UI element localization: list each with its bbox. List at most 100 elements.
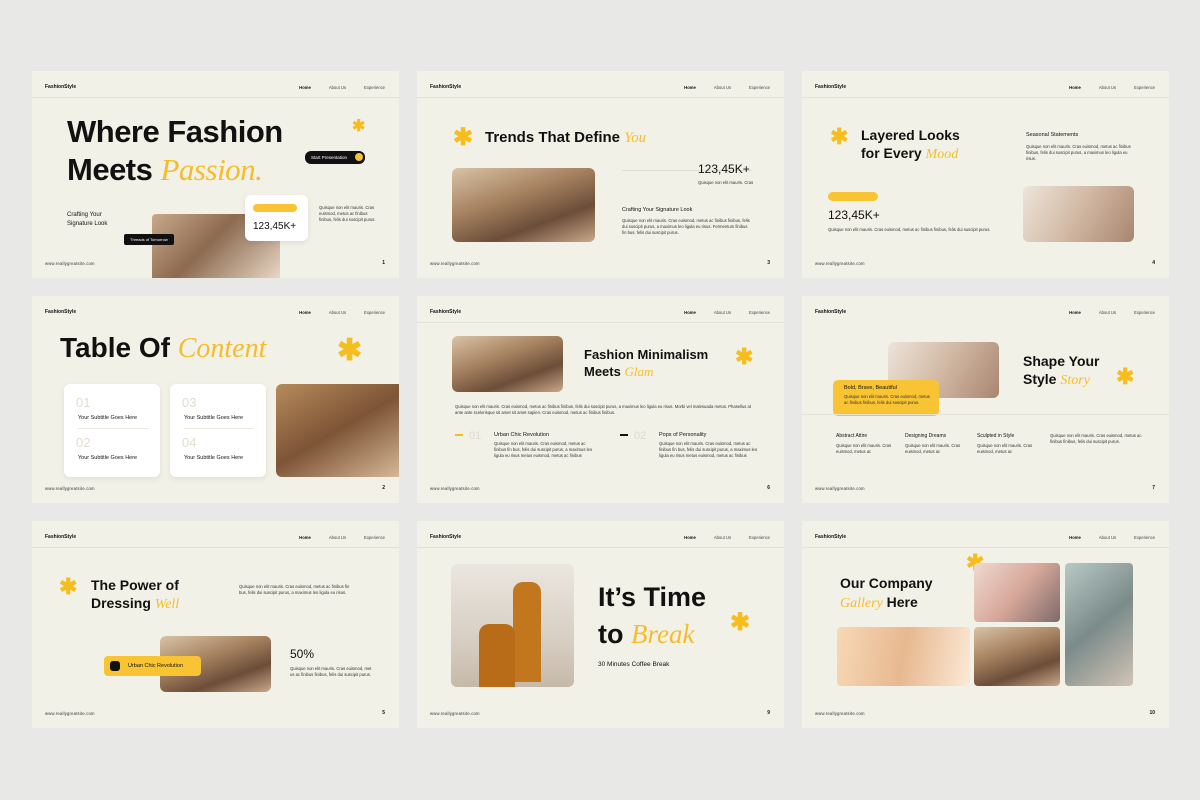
brand-logo: FashionStyle [45, 84, 77, 90]
slide-title: Our Company Gallery Here [840, 575, 933, 611]
asterisk-icon: ✱ [59, 574, 78, 599]
asterisk-icon: ✱ [453, 124, 474, 151]
brand-logo: FashionStyle [430, 534, 462, 540]
slide-title: Fashion Minimalism Meets Glam [584, 347, 709, 379]
stat-bar [253, 204, 297, 212]
top-nav: Home About Us Experience [1069, 85, 1155, 90]
nav-home[interactable]: Home [299, 310, 311, 315]
nav-about[interactable]: About Us [714, 85, 731, 90]
brand-logo: FashionStyle [815, 309, 847, 315]
top-nav: Home About Us Experience [1069, 535, 1155, 540]
stat-card: 123,45K+ [245, 195, 308, 241]
nav-about[interactable]: About Us [329, 535, 346, 540]
toc-item[interactable]: Your Subtitle Goes Here [184, 415, 243, 421]
arrow-icon [355, 153, 363, 161]
page-number: 2 [382, 485, 385, 491]
nav-home[interactable]: Home [684, 85, 696, 90]
brand-logo: FashionStyle [430, 84, 462, 90]
right-heading: Seasonal Statements [1026, 132, 1079, 138]
top-nav: Home About Us Experience [299, 85, 385, 90]
asterisk-icon: ✱ [337, 334, 363, 367]
fitting-photo [1023, 186, 1134, 242]
site-url: www.reallygreatsite.com [45, 711, 95, 716]
page-number: 5 [382, 710, 385, 716]
toc-title: Table Of Content [60, 332, 267, 364]
nav-about[interactable]: About Us [329, 310, 346, 315]
slide-title: Shape Your Style Story [1023, 353, 1100, 388]
urban-chic-badge: Urban Chic Revolution [104, 656, 201, 676]
nav-experience[interactable]: Experience [364, 535, 385, 540]
slide-2[interactable]: FashionStyle Home About Us Experience Ta… [32, 296, 399, 503]
slide-10[interactable]: FashionStyle Home About Us Experience Ou… [802, 521, 1169, 728]
nav-home[interactable]: Home [1069, 535, 1081, 540]
asterisk-icon: ✱ [730, 609, 751, 636]
nav-experience[interactable]: Experience [749, 85, 770, 90]
nav-experience[interactable]: Experience [1134, 85, 1155, 90]
slide-6[interactable]: FashionStyle Home About Us Experience Fa… [417, 296, 784, 503]
divider [802, 547, 1169, 548]
top-nav: Home About Us Experience [684, 85, 770, 90]
toc-item[interactable]: Your Subtitle Goes Here [184, 455, 243, 461]
divider [417, 547, 784, 548]
figure-shape [513, 582, 541, 682]
threads-pill: Threads of Tomorrow [124, 234, 174, 245]
slide-body: Quisque non elit mauris. Cras euismod, m… [455, 404, 752, 415]
toc-item[interactable]: Your Subtitle Goes Here [78, 415, 137, 421]
nav-about[interactable]: About Us [1099, 85, 1116, 90]
stat-body: Quisque non elit mauris. Cras euismod, m… [290, 666, 372, 677]
nav-experience[interactable]: Experience [749, 535, 770, 540]
nav-home[interactable]: Home [1069, 85, 1081, 90]
slide-3[interactable]: FashionStyle Home About Us Experience ✱ … [417, 71, 784, 278]
hero-body: Quisque non elit mauris. Cras euismod, m… [319, 205, 376, 222]
hero-title: Where Fashion Meets Passion. [67, 114, 283, 187]
boutique-photo [276, 384, 399, 477]
gallery-photo-3 [837, 627, 970, 686]
brand-logo: FashionStyle [45, 309, 77, 315]
nav-experience[interactable]: Experience [749, 310, 770, 315]
nav-experience[interactable]: Experience [1134, 535, 1155, 540]
brand-logo: FashionStyle [45, 534, 77, 540]
slide-subtitle: 30 Minutes Coffee Break [598, 661, 670, 668]
nav-home[interactable]: Home [1069, 310, 1081, 315]
nav-about[interactable]: About Us [714, 535, 731, 540]
nav-experience[interactable]: Experience [364, 85, 385, 90]
toc-item[interactable]: Your Subtitle Goes Here [78, 455, 137, 461]
slide-1[interactable]: FashionStyle Home About Us Experience Wh… [32, 71, 399, 278]
top-nav: Home About Us Experience [684, 535, 770, 540]
page-number: 9 [767, 710, 770, 716]
nav-home[interactable]: Home [299, 535, 311, 540]
nav-about[interactable]: About Us [1099, 535, 1116, 540]
nav-home[interactable]: Home [684, 310, 696, 315]
nav-experience[interactable]: Experience [1134, 310, 1155, 315]
gallery-photo-4 [974, 627, 1060, 686]
slide-title: Layered Looks for Every Mood [861, 127, 960, 162]
nav-home[interactable]: Home [684, 535, 696, 540]
gallery-photo-2 [1065, 563, 1133, 686]
nav-about[interactable]: About Us [1099, 310, 1116, 315]
toc-card-right: 03 Your Subtitle Goes Here 04 Your Subti… [170, 384, 266, 477]
nav-about[interactable]: About Us [714, 310, 731, 315]
site-url: www.reallygreatsite.com [430, 486, 480, 491]
gallery-photo-1 [974, 563, 1060, 622]
hero-title-accent: Passion. [160, 152, 263, 187]
nav-home[interactable]: Home [299, 85, 311, 90]
divider [32, 547, 399, 548]
slide-7[interactable]: FashionStyle Home About Us Experience Bo… [802, 296, 1169, 503]
nav-experience[interactable]: Experience [364, 310, 385, 315]
page-number: 4 [1152, 260, 1155, 266]
stat-value: 123,45K+ [698, 162, 750, 176]
slide-9[interactable]: FashionStyle Home About Us Experience It… [417, 521, 784, 728]
right-body: Quisque non elit mauris. Cras euismod, m… [1026, 144, 1131, 161]
site-url: www.reallygreatsite.com [815, 486, 865, 491]
nav-about[interactable]: About Us [329, 85, 346, 90]
slide-subtitle: Crafting Your Signature Look [622, 207, 693, 213]
slide-4[interactable]: FashionStyle Home About Us Experience ✱ … [802, 71, 1169, 278]
slide-5[interactable]: FashionStyle Home About Us Experience ✱ … [32, 521, 399, 728]
asterisk-icon: ✱ [352, 118, 366, 135]
brand-logo: FashionStyle [430, 309, 462, 315]
top-nav: Home About Us Experience [684, 310, 770, 315]
site-url: www.reallygreatsite.com [45, 261, 95, 266]
page-number: 6 [767, 485, 770, 491]
couple-studio-photo [451, 564, 574, 687]
start-presentation-button[interactable]: Start Presentation [305, 151, 365, 164]
